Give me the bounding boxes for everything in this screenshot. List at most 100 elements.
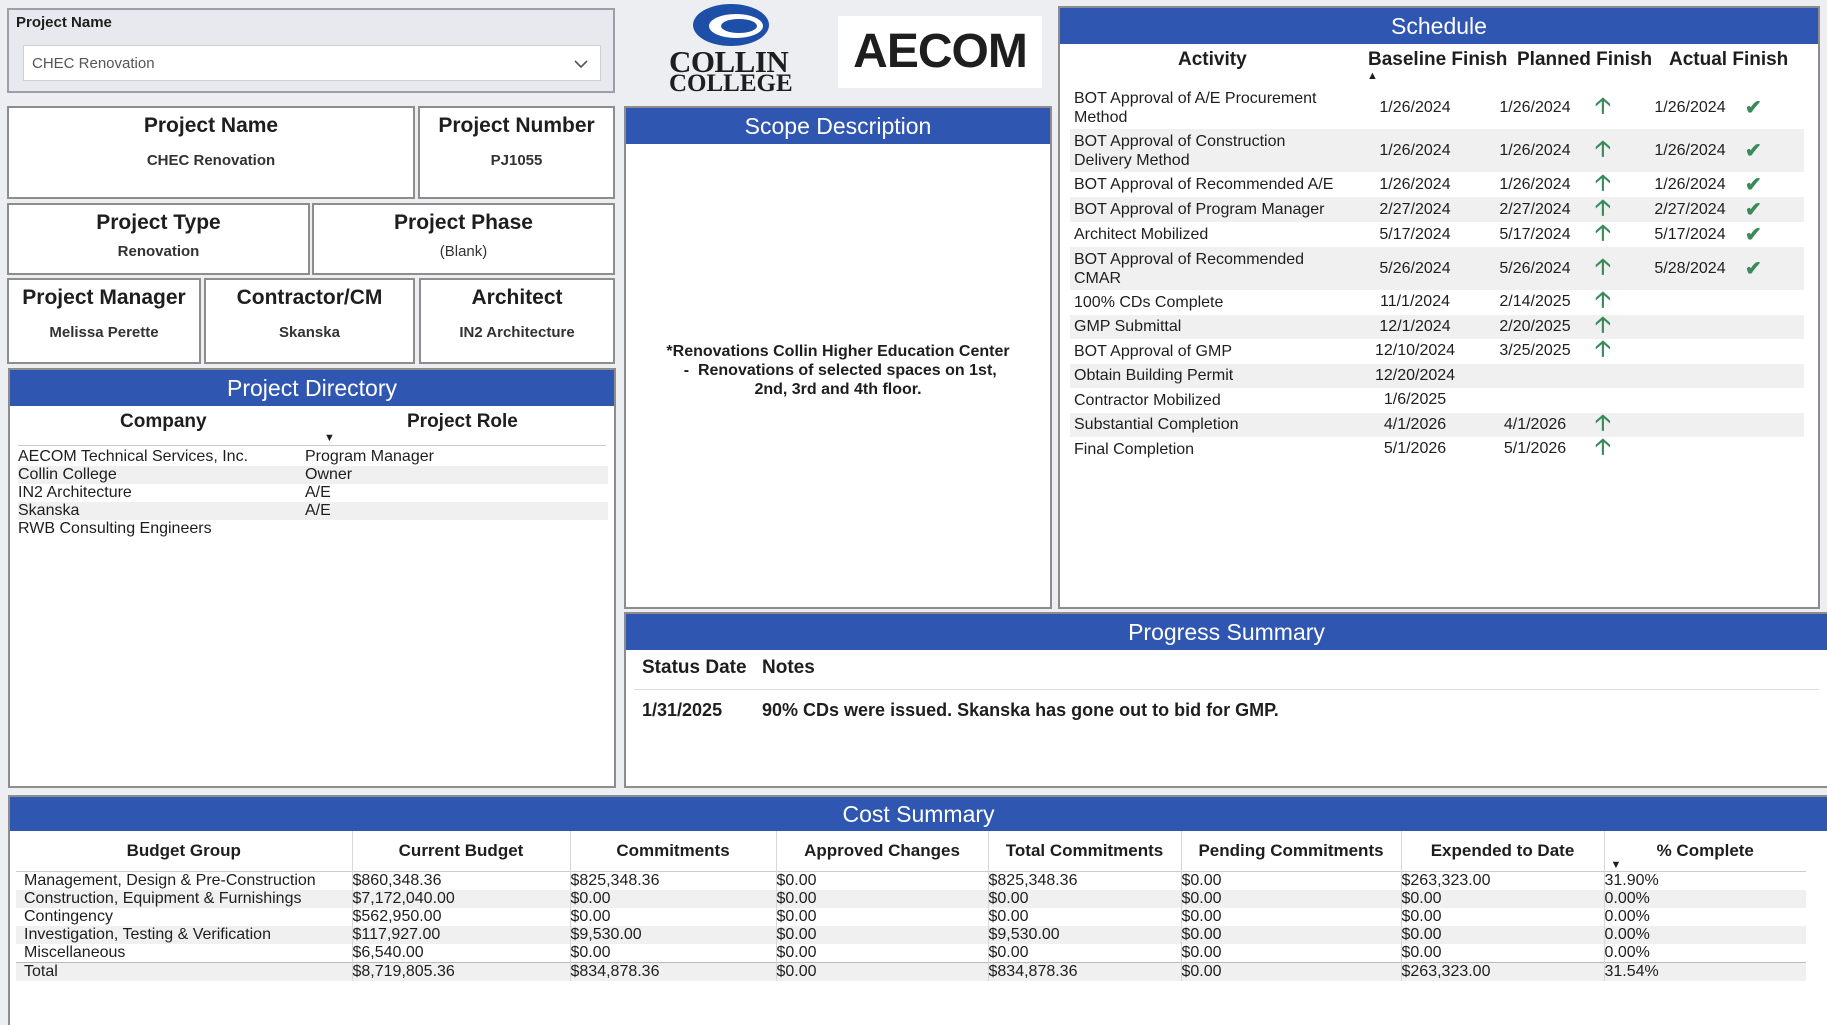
project-dropdown[interactable]: CHEC Renovation [23, 45, 601, 81]
cost-row[interactable]: Management, Design & Pre-Construction $86… [16, 871, 1806, 890]
activity-line: GMP Submittal [1074, 318, 1182, 336]
amount-cell: 0.00% [1603, 907, 1806, 926]
cost-col-header[interactable]: Current Budget [351, 831, 570, 871]
chevron-down-icon [574, 60, 588, 69]
baseline-cell: 5/1/2026 [1383, 440, 1447, 458]
planned-cell: 4/1/2026 [1503, 415, 1567, 433]
up-arrow-icon: 🡡 [1595, 336, 1611, 362]
budget-group-cell: Miscellaneous [24, 943, 126, 961]
cost-row[interactable]: Contingency $562,950.00 $0.00 $0.00 $0.00 $0.… [16, 907, 1806, 926]
schedule-row[interactable]: BOT Approval of Construction Delivery Met… [1070, 129, 1804, 172]
col-status-date-header[interactable]: Status Date [642, 657, 747, 679]
cost-col-header[interactable]: Approved Changes [775, 831, 988, 871]
schedule-title: Schedule [1060, 8, 1818, 44]
progress-panel: Progress Summary Status Date Notes 1/31/… [624, 612, 1827, 788]
amount-cell: $562,950.00 [351, 907, 570, 926]
cost-col-header[interactable]: Commitments [569, 831, 776, 871]
sort-desc-icon[interactable]: ▼ [324, 432, 335, 444]
status-cell: ✔ [1745, 247, 1804, 290]
activity-cell: Substantial Completion [1070, 413, 1355, 438]
amount-cell: $825,348.36 [987, 871, 1181, 890]
cost-panel: Cost Summary Budget Group Current Budget C… [8, 795, 1827, 1025]
directory-row[interactable]: IN2 Architecture A/E [18, 484, 608, 502]
project-directory-panel: Project Directory Company Project Role ▼… [8, 368, 616, 788]
col-planned-header[interactable]: Planned Finish [1517, 49, 1652, 71]
up-arrow-icon: 🡡 [1595, 169, 1611, 195]
planned-cell: 2/20/2025 [1499, 317, 1571, 335]
schedule-row[interactable]: BOT Approval of Program Manager 2/27/2024… [1070, 196, 1804, 222]
checkmark-icon: ✔ [1745, 174, 1762, 196]
cost-col-header[interactable]: Budget Group [16, 831, 352, 871]
activity-cell: Architect Mobilized [1070, 222, 1355, 247]
cost-row[interactable]: Construction, Equipment & Furnishings $7,… [16, 889, 1806, 908]
sort-desc-icon[interactable]: ▼ [1611, 859, 1622, 871]
amount-cell: $263,323.00 [1400, 962, 1604, 981]
col-baseline-header[interactable]: Baseline Finish [1368, 49, 1507, 71]
col-role-header[interactable]: Project Role [407, 411, 518, 433]
schedule-row[interactable]: BOT Approval of A/E Procurement Method 1/2… [1070, 86, 1804, 129]
scope-line: 2nd, 3rd and 4th floor. [754, 381, 922, 398]
status-cell [1745, 290, 1804, 315]
activity-line: BOT Approval of A/E Procurement [1074, 89, 1317, 107]
amount-cell: $0.00 [1180, 871, 1401, 890]
activity-line: Delivery Method [1074, 151, 1190, 169]
schedule-row[interactable]: BOT Approval of Recommended A/E 1/26/2024… [1070, 169, 1804, 197]
col-activity-header[interactable]: Activity [1178, 49, 1247, 71]
col-company-header[interactable]: Company [120, 411, 207, 433]
directory-header: Company Project Role ▼ [18, 406, 606, 446]
card-value: CHEC Renovation [146, 152, 276, 169]
baseline-cell: 12/20/2024 [1374, 366, 1456, 384]
status-cell [1745, 315, 1804, 340]
status-cell [1745, 413, 1804, 438]
baseline-cell: 5/26/2024 [1379, 259, 1451, 277]
cost-total-row[interactable]: Total $8,719,805.36 $834,878.36 $0.00 $834,8… [16, 962, 1806, 981]
card-title: Contractor/CM [236, 286, 383, 309]
actual-cell: 5/28/2024 [1654, 259, 1726, 277]
actual-cell [1635, 413, 1745, 438]
card-title: Project Phase [394, 211, 533, 234]
checkmark-icon: ✔ [1745, 258, 1762, 280]
schedule-row[interactable]: Architect Mobilized 5/17/2024 5/17/2024 🡡 5/… [1070, 221, 1804, 247]
col-notes-header[interactable]: Notes [762, 657, 815, 679]
schedule-row[interactable]: BOT Approval of Recommended CMAR 5/26/2024… [1070, 247, 1804, 290]
amount-cell: $0.00 [775, 962, 988, 981]
company-cell: IN2 Architecture [18, 484, 132, 501]
baseline-cell: 2/27/2024 [1379, 200, 1451, 218]
schedule-row[interactable]: Obtain Building Permit 12/20/2024 [1070, 363, 1804, 389]
aecom-text: AECOM [853, 25, 1028, 78]
planned-cell [1475, 364, 1595, 389]
role-cell: A/E [305, 484, 331, 501]
schedule-row[interactable]: Substantial Completion 4/1/2026 4/1/2026 🡡 [1070, 409, 1804, 438]
activity-line: Substantial Completion [1074, 416, 1239, 434]
cost-col-header[interactable]: Total Commitments [987, 831, 1181, 871]
cost-header-row: Budget Group Current Budget Commitments App… [16, 831, 1806, 871]
up-arrow-icon: 🡡 [1595, 92, 1611, 118]
schedule-table: BOT Approval of A/E Procurement Method 1/2… [1070, 86, 1804, 462]
schedule-row[interactable]: 100% CDs Complete 11/1/2024 2/14/2025 🡡 [1070, 289, 1804, 315]
sort-asc-icon[interactable]: ▲ [1367, 70, 1378, 82]
activity-line: BOT Approval of Program Manager [1074, 201, 1325, 218]
directory-row[interactable]: RWB Consulting Engineers [18, 520, 608, 538]
schedule-row[interactable]: GMP Submittal 12/1/2024 2/20/2025 🡡 [1070, 313, 1804, 340]
cost-row[interactable]: Investigation, Testing & Verification $11… [16, 925, 1806, 944]
cost-col-header[interactable]: % Complete ▼ [1603, 831, 1806, 871]
amount-cell: $0.00 [775, 907, 988, 926]
schedule-row[interactable]: Final Completion 5/1/2026 5/1/2026 🡡 [1070, 436, 1804, 462]
directory-row[interactable]: Collin College Owner [18, 466, 608, 484]
activity-cell: BOT Approval of Program Manager [1070, 197, 1355, 222]
card-project-name: Project Name CHEC Renovation [7, 106, 415, 199]
schedule-row[interactable]: Contractor Mobilized 1/6/2025 [1070, 388, 1804, 413]
cost-row[interactable]: Miscellaneous $6,540.00 $0.00 $0.00 $0.00 $0.… [16, 943, 1806, 962]
col-actual-header[interactable]: Actual Finish [1669, 49, 1788, 71]
up-arrow-icon: 🡡 [1595, 409, 1611, 435]
directory-row[interactable]: Skanska A/E [18, 502, 608, 520]
dropdown-value: CHEC Renovation [32, 55, 155, 72]
planned-cell: 2/27/2024 [1499, 200, 1571, 218]
collin-swoosh-icon [693, 4, 769, 46]
schedule-row[interactable]: BOT Approval of GMP 12/10/2024 3/25/2025 🡡 [1070, 336, 1804, 364]
company-cell: AECOM Technical Services, Inc. [18, 448, 249, 465]
directory-row[interactable]: AECOM Technical Services, Inc. Program Ma… [18, 448, 608, 466]
cost-col-header[interactable]: Pending Commitments [1180, 831, 1401, 871]
trend-cell: 🡡 [1595, 436, 1635, 462]
cost-col-header[interactable]: Expended to Date [1400, 831, 1604, 871]
